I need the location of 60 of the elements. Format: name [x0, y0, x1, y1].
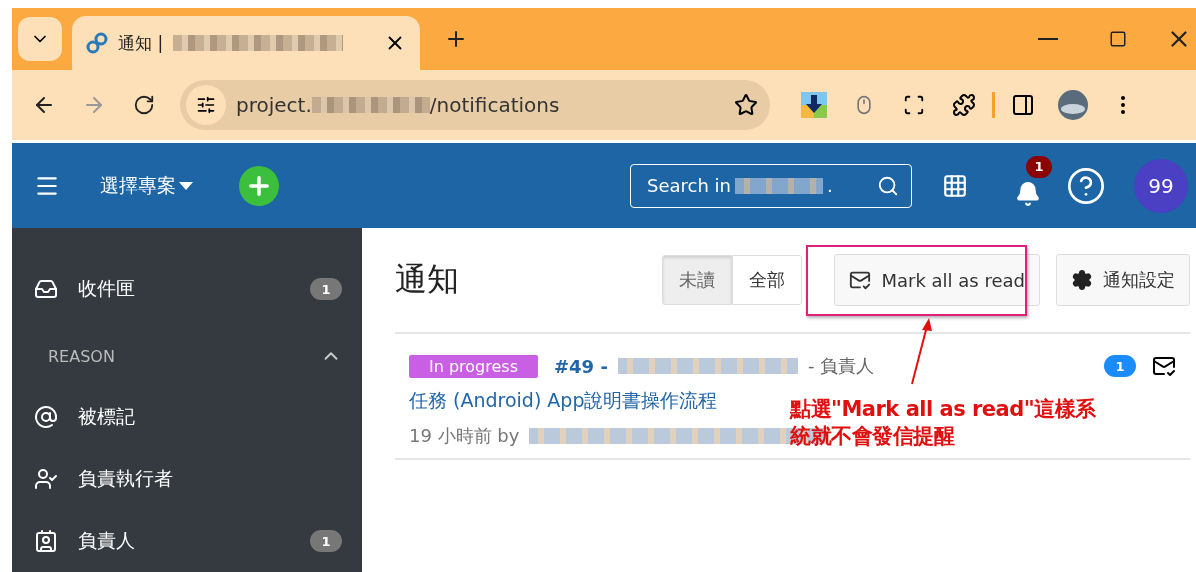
minimize-icon: [1038, 38, 1058, 40]
reason-section-header[interactable]: REASON: [12, 332, 362, 380]
search-icon[interactable]: [877, 174, 899, 197]
url-suffix: /notifications: [429, 93, 560, 117]
annotation-text: 點選"Mark all as read"這樣系統就不會發信提醒: [790, 396, 1097, 450]
person-list-icon: [34, 529, 58, 553]
status-tag: In progress: [409, 354, 538, 378]
section-title: REASON: [48, 346, 116, 366]
mark-all-read-button[interactable]: Mark all as read: [834, 254, 1040, 306]
notification-count-badge: 1: [1026, 155, 1052, 178]
address-bar[interactable]: project. /notifications: [180, 80, 770, 130]
site-settings-icon[interactable]: [196, 95, 216, 115]
issue-subject-link[interactable]: 任務 (Android) App說明書操作流程: [409, 388, 718, 414]
bookmark-star-icon[interactable]: [734, 93, 758, 117]
bell-icon: [1015, 180, 1041, 207]
search-placeholder-end: .: [827, 175, 833, 196]
mail-check-icon: [849, 269, 872, 291]
filter-tab[interactable]: 全部: [732, 255, 803, 305]
notification-settings-button[interactable]: 通知設定: [1056, 254, 1190, 306]
sidebar-item-label: 被標記: [78, 404, 136, 429]
download-extension-icon[interactable]: [801, 92, 827, 118]
settings-icon: [1071, 269, 1093, 291]
link-icon: [86, 32, 108, 54]
search-field[interactable]: Search in .: [630, 163, 912, 208]
screenshot-icon[interactable]: [903, 94, 925, 116]
tab-title: 通知 |: [118, 31, 164, 55]
sidebar-item[interactable]: 被標記: [12, 386, 362, 448]
sidebar-item[interactable]: 收件匣 1: [12, 258, 362, 320]
count-badge: 1: [1104, 355, 1136, 377]
sidebar-item[interactable]: 負責執行者: [12, 448, 362, 510]
mail-check-icon[interactable]: [1152, 354, 1176, 378]
count-badge: 1: [310, 278, 342, 300]
project-menu[interactable]: 選擇專案: [100, 172, 194, 199]
add-button[interactable]: [239, 165, 279, 206]
page-title: 通知: [395, 259, 460, 300]
user-avatar[interactable]: 99: [1134, 158, 1188, 213]
sidebar-item-label: 負責執行者: [78, 466, 174, 491]
sidebar-item[interactable]: 負責人 1: [12, 510, 362, 572]
search-placeholder: Search in: [647, 175, 731, 196]
user-check-icon: [34, 467, 58, 491]
reload-icon: [133, 94, 155, 116]
mouse-icon[interactable]: [854, 95, 874, 115]
inbox-icon: [34, 277, 58, 301]
maximize-icon: [1109, 30, 1127, 48]
url-prefix: project.: [236, 93, 312, 117]
sidebar-item-label: 收件匣: [78, 276, 136, 301]
help-icon[interactable]: [1066, 165, 1106, 206]
extensions-icon[interactable]: [952, 93, 976, 117]
issue-number[interactable]: #49 -: [554, 355, 608, 377]
count-badge: 1: [310, 530, 342, 552]
reason-text: - 負責人: [807, 354, 876, 378]
filter-tab[interactable]: 未讀: [662, 255, 733, 305]
side-panel-icon[interactable]: [1011, 93, 1035, 117]
caret-icon: [178, 180, 194, 191]
at-sign-icon: [34, 405, 58, 429]
time-text: 19 小時前 by: [409, 424, 520, 448]
browser-tab[interactable]: 通知 |: [72, 16, 420, 70]
apps-grid-icon[interactable]: [942, 172, 968, 199]
profile-avatar-icon[interactable]: [1057, 89, 1089, 121]
sidebar-item-label: 負責人: [78, 528, 136, 553]
